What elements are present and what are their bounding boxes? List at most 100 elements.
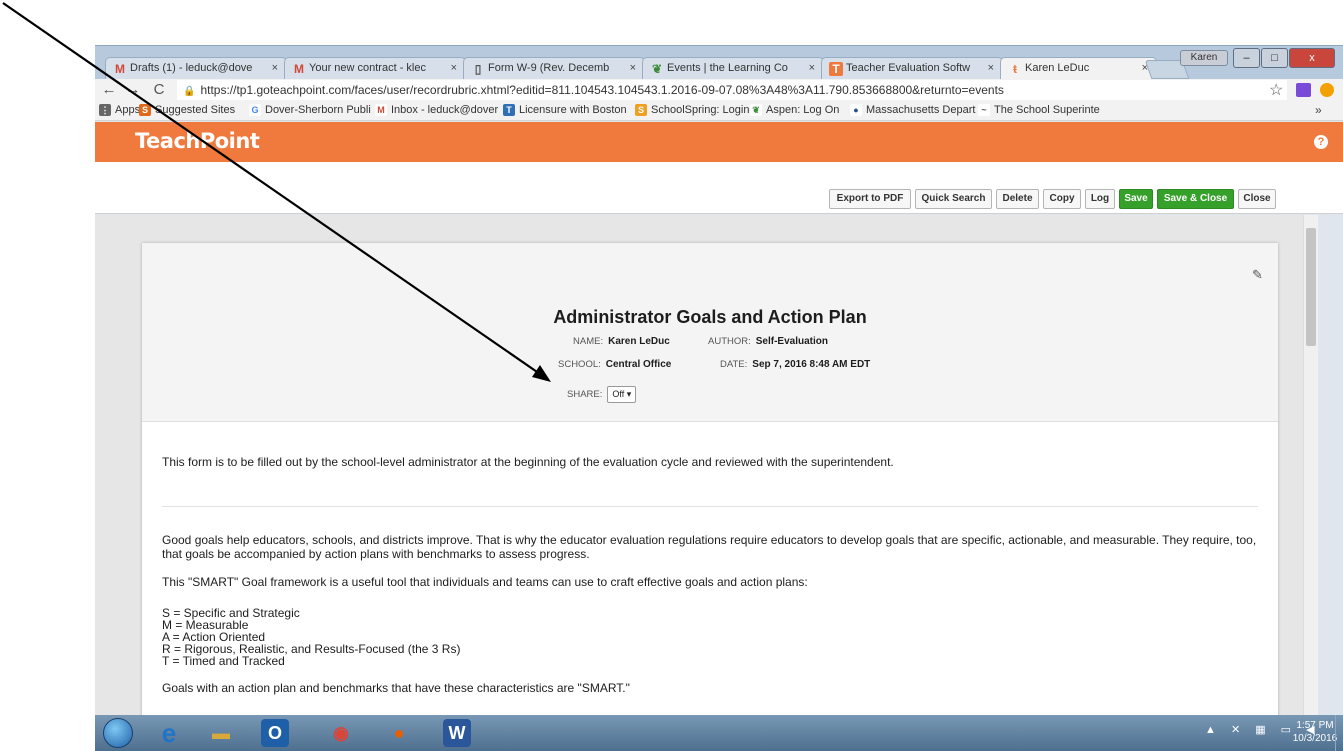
- school-value: Central Office: [605, 359, 672, 370]
- chrome-browser-window: M Drafts (1) - leduck@dove × M Your new …: [95, 45, 1343, 715]
- share-select[interactable]: Off ▾: [607, 386, 637, 403]
- gmail-icon: M: [115, 62, 125, 76]
- tab-label: Your new contract - klec: [309, 62, 426, 74]
- bookmark-label: Apps: [115, 104, 141, 116]
- tab-form-w9[interactable]: ▯ Form W-9 (Rev. Decemb ×: [463, 57, 645, 80]
- bookmark-label: Aspen: Log On: [766, 104, 840, 116]
- apps-icon: ⋮: [99, 104, 111, 116]
- school-field: SCHOOL: Central Office: [558, 359, 671, 370]
- tab-teacher-evaluation[interactable]: T Teacher Evaluation Softw ×: [821, 57, 1003, 80]
- clock[interactable]: 1:57 PM 10/3/2016: [1290, 719, 1340, 745]
- bookmark-massachusetts[interactable]: ● Massachusetts Depart: [850, 104, 975, 116]
- maximize-button[interactable]: □: [1261, 48, 1288, 68]
- tab-karen-leduc[interactable]: ŧ Karen LeDuc ×: [1000, 57, 1157, 81]
- word-icon[interactable]: W: [443, 719, 471, 747]
- save-button[interactable]: Save: [1119, 189, 1153, 209]
- firefox-icon[interactable]: ●: [385, 719, 413, 747]
- author-label: AUTHOR:: [708, 336, 751, 347]
- close-window-button[interactable]: x: [1289, 48, 1335, 68]
- tab-label: Events | the Learning Co: [667, 62, 788, 74]
- bookmark-inbox[interactable]: M Inbox - leduck@dover: [375, 104, 498, 116]
- bookmark-dover-sherborn[interactable]: G Dover-Sherborn Publi: [249, 104, 371, 116]
- windows-taskbar: e ▬ O ◉ ● W ▲ ✕ ▦ ▭ ◀ 1:57 PM 10/3/2016: [95, 715, 1343, 751]
- smart-item: M = Measurable: [162, 618, 249, 632]
- share-label: SHARE:: [567, 389, 603, 401]
- paragraph-goals: Good goals help educators, schools, and …: [162, 533, 1257, 561]
- close-button[interactable]: Close: [1238, 189, 1276, 209]
- lock-icon: 🔒: [183, 86, 196, 97]
- tab-close-icon[interactable]: ×: [809, 62, 815, 74]
- schoolspring-icon: S: [635, 104, 647, 116]
- tab-close-icon[interactable]: ×: [988, 62, 994, 74]
- bookmark-label: Dover-Sherborn Publi: [265, 104, 371, 116]
- bookmark-label: Massachusetts Depart: [866, 104, 976, 116]
- form-card: ✎ Administrator Goals and Action Plan NA…: [142, 243, 1278, 715]
- mass-supt-icon: ~: [978, 104, 990, 116]
- log-button[interactable]: Log: [1085, 189, 1115, 209]
- smart-item: T = Timed and Tracked: [162, 654, 285, 668]
- tab-close-icon[interactable]: ×: [451, 62, 457, 74]
- more-bookmarks-icon[interactable]: »: [1315, 103, 1322, 117]
- profile-button[interactable]: Karen: [1180, 50, 1228, 66]
- date-value: Sep 7, 2016 8:48 AM EDT: [752, 359, 871, 370]
- delete-button[interactable]: Delete: [996, 189, 1039, 209]
- teachpoint-icon: ŧ: [1013, 62, 1017, 76]
- help-icon[interactable]: ?: [1314, 135, 1328, 149]
- extension-icon[interactable]: [1296, 83, 1311, 97]
- tab-close-icon[interactable]: ×: [272, 62, 278, 74]
- bookmark-label: The School Superinte: [994, 104, 1100, 116]
- minimize-button[interactable]: –: [1233, 48, 1260, 68]
- name-label: NAME:: [573, 336, 604, 347]
- share-field: SHARE: Off ▾: [567, 386, 637, 403]
- scrollbar-thumb[interactable]: [1306, 228, 1316, 346]
- bookmark-star-icon[interactable]: ☆: [1269, 80, 1283, 100]
- aspen-leaf-icon: ❦: [750, 104, 762, 116]
- show-desktop-button[interactable]: [1335, 715, 1343, 751]
- author-value: Self-Evaluation: [755, 336, 828, 347]
- gmail-icon: M: [375, 104, 387, 116]
- file-explorer-icon[interactable]: ▬: [207, 719, 235, 747]
- bookmark-suggested-sites[interactable]: S Suggested Sites: [139, 104, 235, 116]
- bookmark-aspen[interactable]: ❦ Aspen: Log On: [750, 104, 839, 116]
- tab-close-icon[interactable]: ×: [630, 62, 636, 74]
- clock-date: 10/3/2016: [1292, 733, 1338, 744]
- teachpoint-logo[interactable]: TeachPoint: [135, 129, 260, 153]
- copy-button[interactable]: Copy: [1043, 189, 1081, 209]
- action-bar: Export to PDF Quick Search Delete Copy L…: [95, 162, 1343, 214]
- tab-label: Form W-9 (Rev. Decemb: [488, 62, 610, 74]
- tab-label: Drafts (1) - leduck@dove: [130, 62, 253, 74]
- bookmark-apps[interactable]: ⋮ Apps: [99, 104, 140, 116]
- tab-label: Karen LeDuc: [1025, 62, 1090, 74]
- save-close-button[interactable]: Save & Close: [1157, 189, 1234, 209]
- teachpoint-header: TeachPoint ?: [95, 122, 1343, 162]
- bookmark-superintendent[interactable]: ~ The School Superinte: [978, 104, 1100, 116]
- start-button[interactable]: [103, 718, 133, 748]
- vertical-scrollbar[interactable]: [1303, 215, 1318, 715]
- edit-icon[interactable]: ✎: [1252, 267, 1263, 283]
- school-label: SCHOOL:: [558, 359, 601, 370]
- tab-events[interactable]: ❦ Events | the Learning Co ×: [642, 57, 824, 80]
- google-icon: G: [249, 104, 261, 116]
- name-value: Karen LeDuc: [608, 336, 670, 347]
- bookmark-label: SchoolSpring: Login: [651, 104, 750, 116]
- reload-icon[interactable]: C: [149, 80, 169, 100]
- browser-toolbar: ← → C 🔒 https://tp1.goteachpoint.com/face…: [95, 79, 1343, 101]
- internet-explorer-icon[interactable]: e: [155, 719, 183, 747]
- chrome-icon[interactable]: ◉: [327, 719, 355, 747]
- tab-contract[interactable]: M Your new contract - klec ×: [284, 57, 466, 80]
- tab-drafts[interactable]: M Drafts (1) - leduck@dove ×: [105, 57, 287, 80]
- date-label: DATE:: [720, 359, 748, 370]
- teachpoint-icon: T: [829, 62, 843, 76]
- address-bar[interactable]: 🔒 https://tp1.goteachpoint.com/faces/user…: [177, 80, 1287, 100]
- bookmark-licensure[interactable]: T Licensure with Boston: [503, 104, 627, 116]
- extension-icon[interactable]: [1320, 83, 1334, 97]
- bookmark-schoolspring[interactable]: S SchoolSpring: Login: [635, 104, 749, 116]
- forward-icon[interactable]: →: [123, 80, 143, 100]
- outlook-icon[interactable]: O: [261, 719, 289, 747]
- paragraph-summary: Goals with an action plan and benchmarks…: [162, 681, 630, 695]
- quick-search-button[interactable]: Quick Search: [915, 189, 992, 209]
- tec-icon: T: [503, 104, 515, 116]
- export-pdf-button[interactable]: Export to PDF: [829, 189, 911, 209]
- tab-strip: M Drafts (1) - leduck@dove × M Your new …: [95, 45, 1343, 81]
- back-icon[interactable]: ←: [99, 80, 119, 100]
